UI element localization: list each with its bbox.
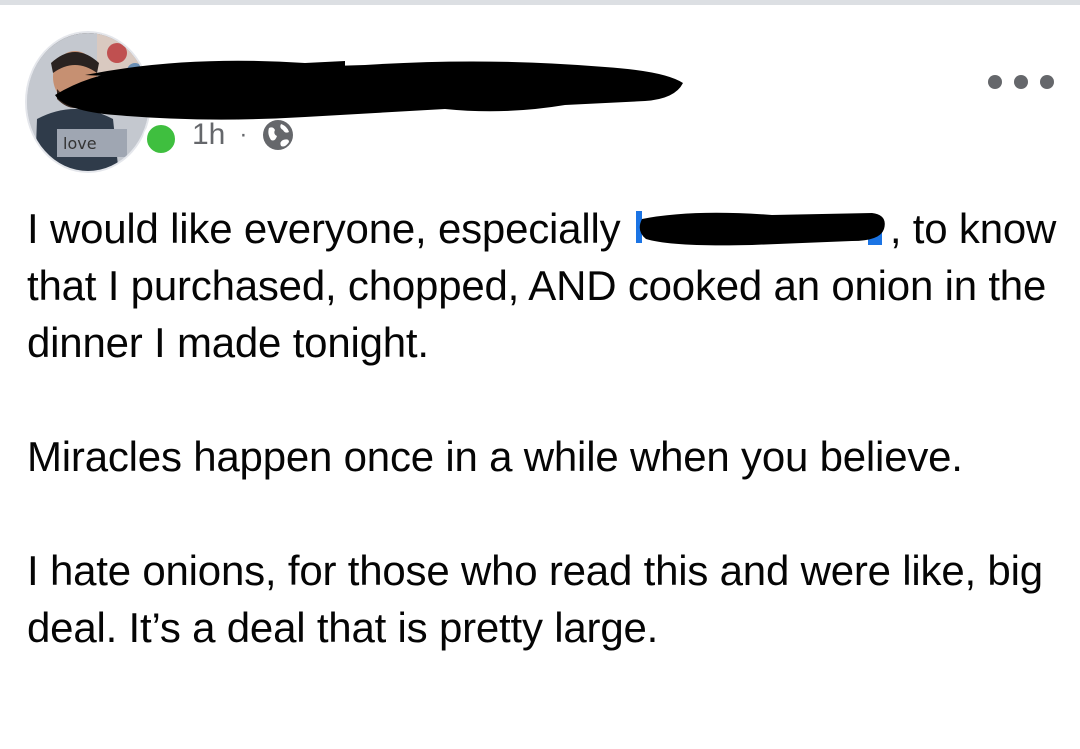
- post-timestamp[interactable]: 1h: [192, 118, 225, 152]
- post-header: love 1h ·: [0, 5, 1080, 175]
- post-text: I would like everyone, especially , to k…: [27, 200, 1057, 713]
- globe-icon[interactable]: [261, 118, 295, 152]
- mention-redaction: [639, 212, 885, 246]
- mention-link[interactable]: [632, 205, 890, 249]
- more-options-icon: [988, 75, 1002, 89]
- meta-separator: ·: [239, 121, 248, 148]
- more-options-button[interactable]: [988, 67, 1054, 97]
- online-status-icon: [143, 121, 179, 157]
- post-paragraph-2: Miracles happen once in a while when you…: [27, 433, 963, 480]
- post-paragraph-3: I hate onions, for those who read this a…: [27, 547, 1043, 651]
- post-meta: 1h ·: [192, 115, 295, 155]
- svg-text:love: love: [63, 134, 97, 153]
- post-paragraph-1: I would like everyone, especially , to k…: [27, 205, 1057, 366]
- author-name-redaction: [55, 60, 683, 120]
